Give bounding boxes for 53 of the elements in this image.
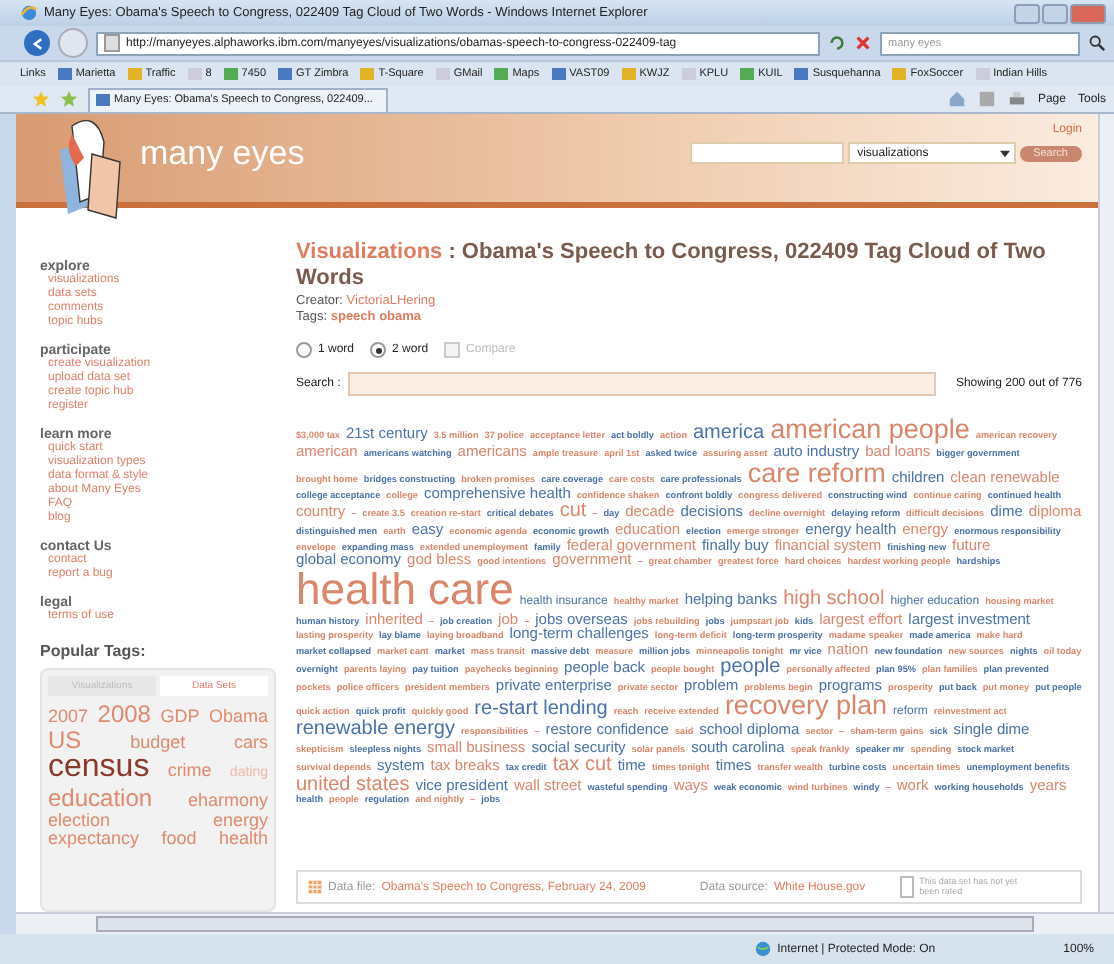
cloud-word[interactable]: america	[693, 424, 765, 445]
cloud-word[interactable]: high school	[783, 589, 885, 610]
browser-icon	[20, 4, 38, 22]
page-title: Visualizations : Obama's Speech to Congress, 022409 Tag Cloud of Two Words	[296, 240, 1048, 293]
radio-button[interactable]	[370, 342, 387, 359]
cloud-search-field[interactable]	[348, 372, 936, 397]
home-icon[interactable]	[947, 90, 966, 108]
cloud-word[interactable]: united states	[296, 775, 410, 796]
print-icon[interactable]	[1007, 90, 1026, 108]
tag-link[interactable]: election	[48, 811, 111, 831]
tag-link[interactable]: 2007	[48, 708, 89, 727]
maximize-button[interactable]	[1042, 3, 1068, 23]
tag-link[interactable]: census	[48, 752, 150, 786]
tag-link[interactable]: US	[48, 727, 82, 753]
cloud-word[interactable]: recovery plan	[724, 692, 887, 720]
tag-link[interactable]: food	[161, 830, 197, 849]
stop-icon[interactable]	[854, 34, 872, 52]
search-icon[interactable]	[1088, 34, 1106, 52]
cloud-word[interactable]: health care	[296, 567, 514, 612]
cloud-word[interactable]: tax cut	[552, 755, 612, 776]
popular-tags-title: Popular Tags:	[40, 642, 148, 660]
tag-link[interactable]: education	[48, 785, 153, 812]
site-search-field[interactable]	[689, 142, 844, 164]
tag-link[interactable]: energy	[212, 811, 268, 831]
cloud-word[interactable]: people	[720, 657, 781, 678]
tag-link[interactable]: crime	[167, 762, 212, 782]
vertical-scrollbar[interactable]	[1098, 114, 1114, 912]
horizontal-scrollbar[interactable]	[16, 912, 1114, 934]
radio-button[interactable]	[296, 342, 312, 359]
tag-link[interactable]: budget	[130, 733, 186, 753]
tag-link[interactable]: 2008	[97, 702, 151, 728]
back-button[interactable]	[24, 30, 50, 56]
cloud-word[interactable]: cut	[559, 502, 587, 523]
tag-link[interactable]: expectancy	[48, 830, 140, 849]
caret-icon	[999, 149, 1010, 157]
add-favorite-icon[interactable]	[60, 90, 78, 108]
site-name: many eyes	[140, 134, 305, 174]
cloud-word[interactable]: care reform	[747, 459, 886, 487]
tag-link[interactable]: Obama	[208, 708, 268, 727]
globe-icon	[753, 940, 772, 958]
close-button[interactable]	[1070, 3, 1106, 23]
table-icon	[308, 880, 322, 894]
rating-spinner[interactable]	[899, 876, 914, 898]
tag-link[interactable]: eharmony	[187, 791, 268, 811]
star-icon[interactable]	[32, 90, 50, 108]
cloud-word[interactable]: renewable energy	[296, 720, 455, 741]
tag-link[interactable]: GDP	[160, 708, 200, 727]
refresh-icon[interactable]	[828, 34, 846, 52]
tag-link[interactable]: cars	[233, 733, 268, 753]
cloud-word[interactable]: american people	[770, 416, 970, 444]
tag-link[interactable]: health	[218, 830, 268, 849]
cloud-word[interactable]: re-start lending	[474, 700, 608, 721]
minimize-button[interactable]	[1014, 3, 1040, 23]
